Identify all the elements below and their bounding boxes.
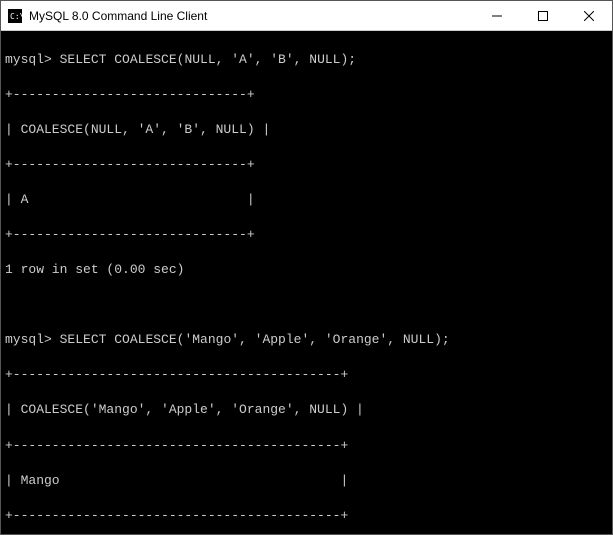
result-border: +------------------------------+ <box>5 226 608 244</box>
result-border: +---------------------------------------… <box>5 507 608 525</box>
window-title: MySQL 8.0 Command Line Client <box>29 9 474 23</box>
result-border: +---------------------------------------… <box>5 366 608 384</box>
result-row: | Mango | <box>5 472 608 490</box>
terminal-output[interactable]: mysql> SELECT COALESCE(NULL, 'A', 'B', N… <box>1 31 612 534</box>
result-border: +------------------------------+ <box>5 156 608 174</box>
result-row: | A | <box>5 191 608 209</box>
close-button[interactable] <box>566 1 612 30</box>
prompt-line: mysql> SELECT COALESCE(NULL, 'A', 'B', N… <box>5 51 608 69</box>
window-controls <box>474 1 612 30</box>
svg-text:C:\: C:\ <box>10 12 22 21</box>
result-header: | COALESCE(NULL, 'A', 'B', NULL) | <box>5 121 608 139</box>
window-titlebar: C:\ MySQL 8.0 Command Line Client <box>1 1 612 31</box>
app-icon: C:\ <box>7 8 23 24</box>
result-footer: 1 row in set (0.00 sec) <box>5 261 608 279</box>
result-border: +---------------------------------------… <box>5 437 608 455</box>
minimize-button[interactable] <box>474 1 520 30</box>
result-border: +------------------------------+ <box>5 86 608 104</box>
result-header: | COALESCE('Mango', 'Apple', 'Orange', N… <box>5 401 608 419</box>
prompt-line: mysql> SELECT COALESCE('Mango', 'Apple',… <box>5 331 608 349</box>
maximize-button[interactable] <box>520 1 566 30</box>
